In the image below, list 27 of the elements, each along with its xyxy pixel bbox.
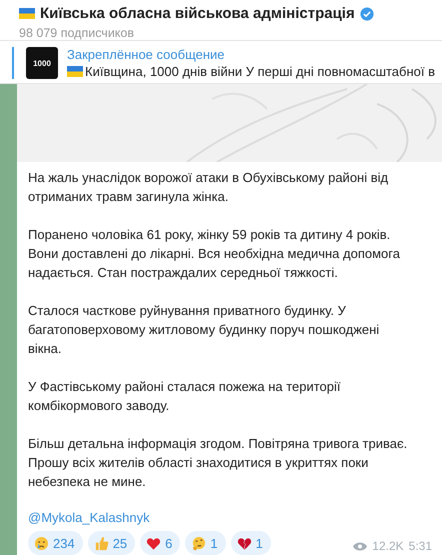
reaction-button[interactable]: 6 <box>140 531 180 555</box>
pinned-text: Київщина, 1000 днів війни У перші дні повномасштабної в <box>85 64 436 79</box>
pinned-thumbnail: 1000 <box>26 47 58 79</box>
crying-face-icon <box>34 536 49 550</box>
broken-heart-icon <box>236 536 252 550</box>
reaction-button[interactable]: 1 <box>230 531 271 555</box>
pinned-label: Закреплённое сообщение <box>67 47 226 62</box>
message-time: 5:31 <box>408 539 432 553</box>
reaction-button[interactable]: 25 <box>88 531 136 555</box>
thinking-face-icon <box>191 536 206 550</box>
message-paragraph: На жаль унаслідок ворожої атаки в Обухівському районі від отриманих травм загинула жінка. <box>28 169 390 206</box>
flag-icon <box>67 66 83 77</box>
view-count: 12.2K <box>372 539 404 553</box>
message-paragraph: Більш детальна інформація згодом. Повітряна тривога триває. Прошу всіх жителів області знаходитися в укриттях поки небезпека не мине. <box>28 435 408 491</box>
message-paragraph: Сталося часткове руйнування приватного будинку. У багатоповерховому житловому будинку поруч пошкоджені вікна. <box>28 302 380 358</box>
eye-icon <box>353 542 368 550</box>
message-paragraph: У Фастівському районі сталася пожежа на території комбікормового заводу. <box>28 378 342 415</box>
heart-icon <box>146 536 162 550</box>
pinned-message-bar[interactable]: 1000 Закреплённое сообщение Київщина, 1000 днів війни У перші дні повномасштабної в <box>12 47 442 79</box>
channel-title: Київська обласна військова адміністрація <box>40 5 355 22</box>
thumbs-up-icon <box>94 536 109 550</box>
reaction-button[interactable]: 1 <box>185 531 226 555</box>
signature-link[interactable]: @Mykola_Kalashnyk <box>28 510 150 525</box>
message-paragraph: Поранено чоловіка 61 року, жінку 59 років та дитину 4 років. Вони доставлені до лікарні. Вся необхідна медична допомога надається. Стан постраждалих середньої тяжкості. <box>28 226 401 282</box>
reaction-button[interactable]: 234 <box>28 531 83 555</box>
flag-icon <box>19 8 35 19</box>
subscriber-count: 98 079 подписчиков <box>19 26 136 40</box>
